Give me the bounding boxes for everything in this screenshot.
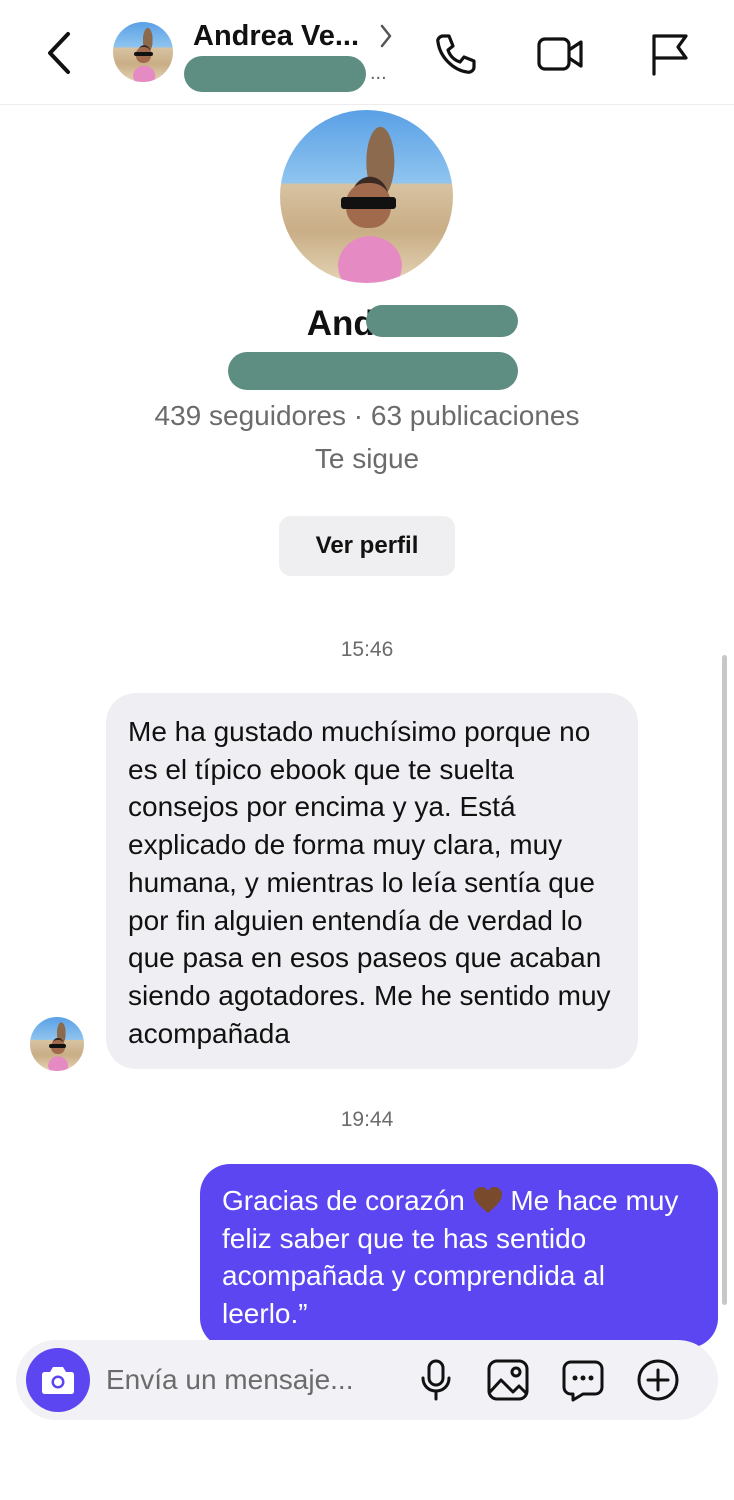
camera-icon (42, 1367, 74, 1394)
scrollbar[interactable] (722, 655, 727, 1305)
outgoing-message[interactable]: Gracias de corazón Me hace muy feliz sab… (200, 1164, 718, 1348)
header-avatar[interactable] (113, 22, 173, 82)
profile-username-redacted (228, 352, 518, 390)
report-button[interactable] (646, 30, 694, 78)
incoming-message-text: Me ha gustado muchísimo porque no es el … (128, 716, 611, 1049)
brown-heart-icon (473, 1187, 502, 1213)
sender-avatar[interactable] (30, 1017, 84, 1071)
gallery-button[interactable] (486, 1358, 530, 1402)
camera-button[interactable] (26, 1348, 90, 1412)
microphone-icon (421, 1359, 451, 1401)
video-camera-icon (537, 37, 583, 71)
chat-header: Andrea Ve... ... (0, 0, 734, 105)
plus-circle-icon (637, 1359, 679, 1401)
outgoing-text-part1: Gracias de corazón (222, 1185, 465, 1216)
voice-message-button[interactable] (414, 1358, 458, 1402)
image-icon (487, 1359, 529, 1401)
chevron-right-icon (380, 24, 392, 48)
back-button[interactable] (40, 30, 80, 76)
view-profile-button[interactable]: Ver perfil (279, 516, 455, 576)
message-composer (16, 1340, 718, 1420)
profile-avatar[interactable] (280, 110, 453, 283)
call-button[interactable] (431, 30, 479, 78)
username-redacted (184, 56, 366, 92)
timestamp: 19:44 (340, 1108, 394, 1131)
contact-name[interactable]: Andrea Ve... (193, 20, 359, 53)
timestamp: 15:46 (340, 638, 394, 661)
profile-stats: 439 seguidores · 63 publicaciones (154, 400, 580, 431)
sticker-button[interactable] (561, 1358, 605, 1402)
sticker-chat-icon (562, 1360, 604, 1402)
phone-icon (436, 34, 476, 74)
video-call-button[interactable] (535, 30, 583, 78)
message-input[interactable] (106, 1358, 406, 1402)
outgoing-message-text: Gracias de corazón Me hace muy feliz sab… (222, 1182, 696, 1333)
more-button[interactable] (636, 1358, 680, 1402)
name-redacted (366, 305, 518, 337)
follows-you-label: Te sigue (314, 443, 420, 474)
username-ellipsis: ... (370, 62, 387, 84)
flag-icon (652, 34, 688, 76)
incoming-message[interactable]: Me ha gustado muchísimo porque no es el … (106, 693, 638, 1069)
chevron-left-icon (48, 32, 70, 74)
